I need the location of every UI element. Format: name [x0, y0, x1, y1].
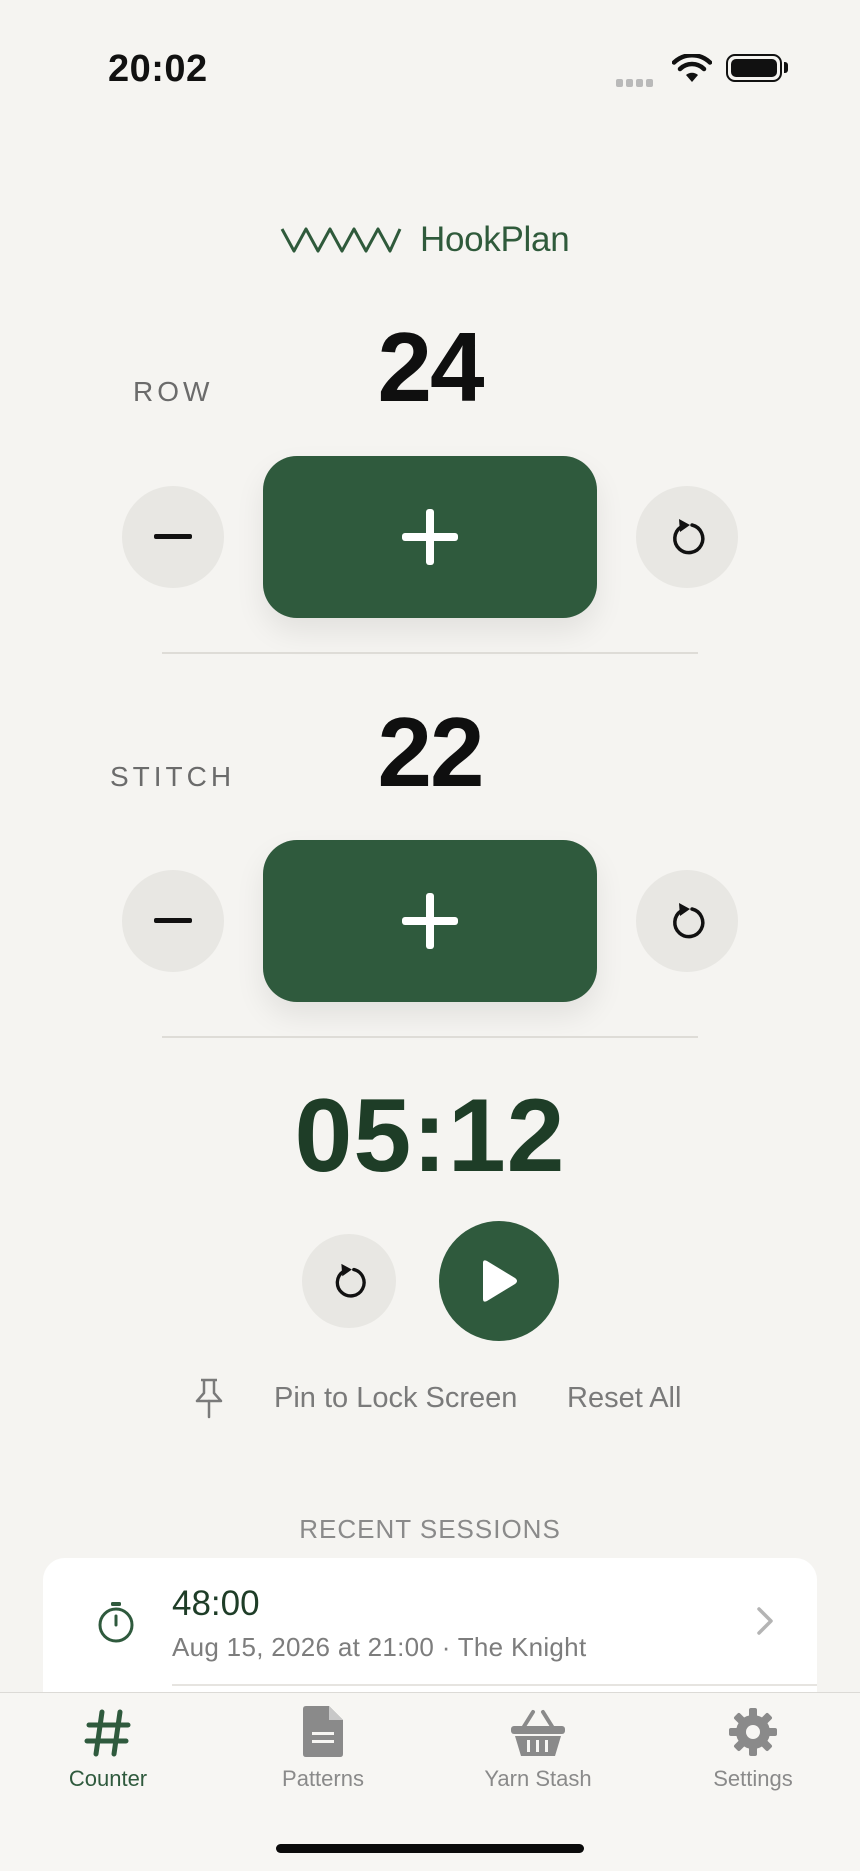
stitch-label: STITCH [110, 761, 236, 792]
timer-play-button[interactable] [439, 1221, 559, 1341]
basket-icon [511, 1710, 565, 1756]
home-indicator[interactable] [276, 1844, 584, 1853]
row-decrement-button[interactable] [122, 486, 224, 588]
pin-to-lock-screen-button[interactable]: Pin to Lock Screen [274, 1382, 517, 1415]
tab-label: Patterns [282, 1766, 364, 1791]
timer-reset-button[interactable] [302, 1234, 396, 1328]
divider [162, 1036, 698, 1038]
row-increment-button[interactable] [263, 456, 597, 618]
minus-icon [154, 918, 192, 923]
battery-icon [726, 54, 782, 82]
tab-label: Settings [713, 1766, 793, 1791]
gear-icon [729, 1708, 777, 1756]
tab-label: Counter [68, 1766, 148, 1791]
tab-counter[interactable]: Counter [8, 1700, 208, 1792]
stitch-increment-button[interactable] [263, 840, 597, 1002]
session-timer: 05:12 [294, 1078, 566, 1194]
hash-icon [84, 1709, 131, 1757]
recent-sessions-title: RECENT SESSIONS [299, 1514, 561, 1544]
minus-icon [154, 534, 192, 539]
tab-patterns[interactable]: Patterns [223, 1700, 423, 1792]
tab-label: Yarn Stash [484, 1766, 592, 1791]
app-name: HookPlan [420, 220, 570, 259]
row-count: 24 [377, 312, 484, 422]
row-reset-button[interactable] [636, 486, 738, 588]
cellular-signal-icon [616, 74, 658, 87]
list-divider [172, 1684, 817, 1686]
stitch-reset-button[interactable] [636, 870, 738, 972]
app-logo: HookPlan [280, 218, 570, 262]
status-time: 20:02 [108, 48, 208, 90]
reset-icon [673, 519, 705, 555]
plus-icon [402, 509, 458, 565]
stitch-count: 22 [377, 697, 484, 807]
battery-cap [784, 62, 788, 73]
tab-settings[interactable]: Settings [653, 1700, 853, 1792]
stitch-pattern-icon [280, 227, 402, 253]
chevron-right-icon[interactable] [756, 1606, 774, 1641]
play-icon [483, 1260, 517, 1302]
reset-icon [673, 903, 705, 939]
wifi-icon [671, 53, 713, 89]
document-icon [303, 1706, 343, 1757]
tab-yarn-stash[interactable]: Yarn Stash [438, 1700, 638, 1792]
reset-icon [335, 1263, 366, 1298]
stopwatch-icon [96, 1600, 136, 1649]
session-duration[interactable]: 48:00 [172, 1584, 260, 1624]
reset-all-button[interactable]: Reset All [567, 1382, 681, 1415]
divider [162, 652, 698, 654]
pin-icon[interactable] [192, 1377, 226, 1424]
plus-icon [402, 893, 458, 949]
stitch-decrement-button[interactable] [122, 870, 224, 972]
session-detail: Aug 15, 2026 at 21:00 · The Knight [172, 1632, 587, 1662]
row-label: ROW [133, 376, 214, 407]
